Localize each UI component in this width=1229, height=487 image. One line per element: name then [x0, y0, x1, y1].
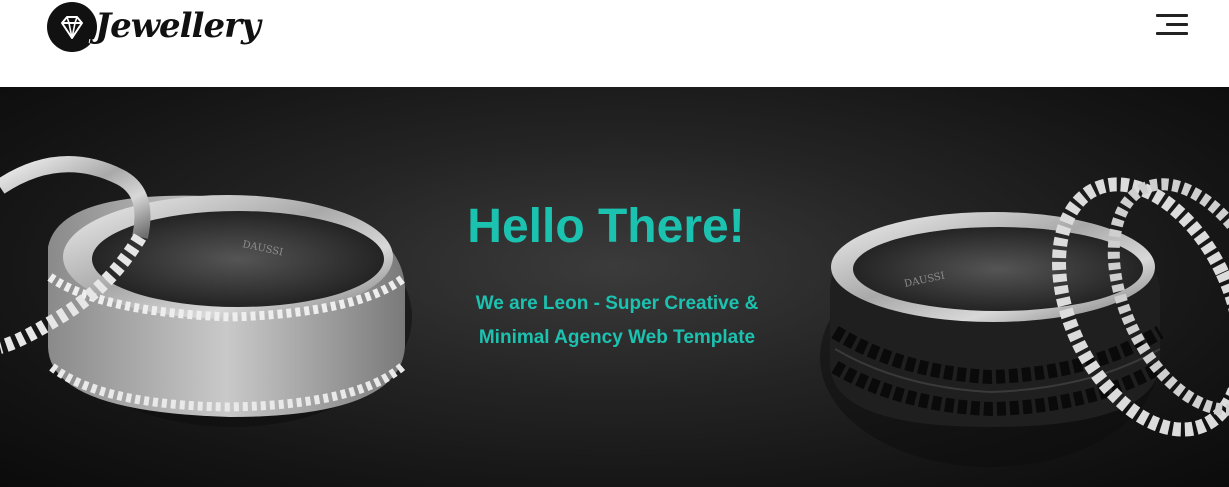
hero-banner: DAUSSI DAUSSI Hello There! We are Leon -… — [0, 87, 1229, 487]
hamburger-menu-icon[interactable] — [1156, 14, 1188, 36]
brand-logo[interactable]: Jewellery — [47, 0, 261, 60]
diamond-icon — [47, 2, 97, 52]
brand-name: Jewellery — [95, 6, 261, 46]
hero-title: Hello There! — [467, 200, 745, 253]
hero-subtitle-line1: We are Leon - Super Creative & — [475, 293, 759, 314]
hero-subtitle-line2: Minimal Agency Web Template — [478, 327, 756, 348]
site-header: Jewellery — [0, 0, 1229, 87]
